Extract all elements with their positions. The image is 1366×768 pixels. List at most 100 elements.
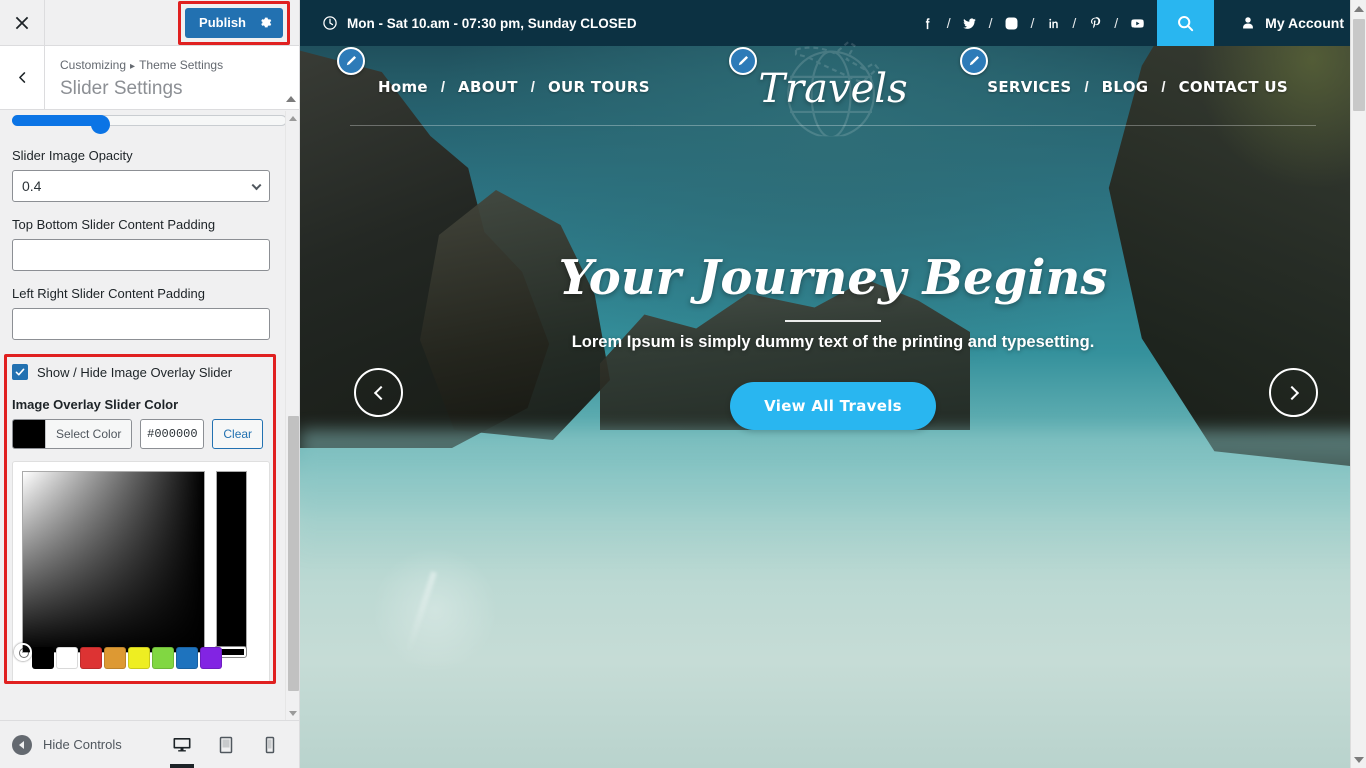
range-slider[interactable] xyxy=(12,111,287,134)
color-picker-row: Select Color Clear xyxy=(12,419,287,449)
hex-color-input[interactable] xyxy=(140,419,205,449)
my-account-label: My Account xyxy=(1265,15,1344,31)
iris-palette xyxy=(32,647,222,669)
device-preview-buttons xyxy=(165,722,287,768)
left-right-padding-label: Left Right Slider Content Padding xyxy=(12,286,205,301)
palette-swatch-1[interactable] xyxy=(32,647,54,669)
chevron-down-icon xyxy=(251,180,262,191)
chevron-down-icon xyxy=(1354,756,1364,763)
sidebar-scrollbar[interactable] xyxy=(285,111,299,720)
tablet-icon[interactable] xyxy=(209,722,243,768)
nav-item-services[interactable]: SERVICES xyxy=(987,78,1071,96)
social-separator: / xyxy=(946,15,951,31)
scrollbar-thumb[interactable] xyxy=(288,416,299,691)
back-button[interactable] xyxy=(0,46,45,109)
edit-pencil-brand[interactable] xyxy=(729,47,757,75)
nav-separator: / xyxy=(530,78,535,96)
site-logo[interactable]: Travels xyxy=(758,66,907,112)
facebook-icon[interactable] xyxy=(918,13,938,33)
iris-color-picker[interactable] xyxy=(12,461,270,683)
panel-titles: Customizing ▸ Theme Settings Slider Settin… xyxy=(45,46,223,109)
show-hide-overlay-row[interactable]: Show / Hide Image Overlay Slider xyxy=(12,364,287,380)
social-separator: / xyxy=(988,15,993,31)
gear-icon[interactable] xyxy=(258,15,273,30)
pinterest-icon[interactable] xyxy=(1085,13,1105,33)
select-color-button[interactable]: Select Color xyxy=(12,419,133,449)
slider-prev-button[interactable] xyxy=(354,368,403,417)
nav-item-home[interactable]: Home xyxy=(378,78,428,96)
linkedin-icon[interactable] xyxy=(1043,13,1063,33)
clear-color-label: Clear xyxy=(223,427,253,441)
image-overlay-color-title: Image Overlay Slider Color xyxy=(12,397,179,412)
social-links: / / / / / xyxy=(918,13,1147,33)
palette-swatch-4[interactable] xyxy=(104,647,126,669)
social-separator: / xyxy=(1030,15,1035,31)
palette-swatch-5[interactable] xyxy=(128,647,150,669)
edit-pencil-nav-left[interactable] xyxy=(337,47,365,75)
close-icon[interactable] xyxy=(0,0,45,45)
nav-item-blog[interactable]: BLOG xyxy=(1102,78,1149,96)
breadcrumb-separator-icon: ▸ xyxy=(130,61,136,72)
instagram-icon[interactable] xyxy=(1002,13,1022,33)
publish-button-label: Publish xyxy=(199,15,246,30)
palette-swatch-8[interactable] xyxy=(200,647,222,669)
panel-title-bar: Customizing ▸ Theme Settings Slider Settin… xyxy=(0,46,299,110)
chevron-right-icon xyxy=(1284,385,1299,400)
business-hours-text: Mon - Sat 10.am - 07:30 pm, Sunday CLOSE… xyxy=(347,15,637,31)
hide-controls-button[interactable]: Hide Controls xyxy=(12,734,122,755)
iris-hue-strip[interactable] xyxy=(214,471,247,658)
publish-button[interactable]: Publish xyxy=(185,7,283,38)
nav-item-our-tours[interactable]: OUR TOURS xyxy=(548,78,650,96)
range-track[interactable] xyxy=(12,115,287,134)
slider-next-button[interactable] xyxy=(1269,368,1318,417)
customizer-screen: Publish Customizing ▸ Theme Settings Sli… xyxy=(0,0,1366,768)
nav-item-about[interactable]: ABOUT xyxy=(458,78,518,96)
preview-scrollbar[interactable] xyxy=(1350,0,1366,768)
chevron-up-icon xyxy=(289,115,297,121)
palette-swatch-6[interactable] xyxy=(152,647,174,669)
iris-square-handle[interactable] xyxy=(14,643,32,661)
scrollbar-down-button[interactable] xyxy=(286,706,299,720)
nav-right-menu: SERVICES / BLOG / CONTACT US xyxy=(987,78,1288,96)
nav-left-menu: Home / ABOUT / OUR TOURS xyxy=(378,78,650,96)
iris-saturation-value-square[interactable] xyxy=(14,471,205,661)
search-icon[interactable] xyxy=(1157,0,1215,46)
pencil-icon xyxy=(346,55,357,66)
nav-separator: / xyxy=(440,78,446,96)
youtube-icon[interactable] xyxy=(1127,13,1147,33)
current-color-swatch xyxy=(13,420,45,448)
view-all-travels-button[interactable]: View All Travels xyxy=(730,382,936,430)
scroll-up-arrow-icon[interactable] xyxy=(286,96,296,102)
user-icon xyxy=(1243,17,1254,29)
breadcrumb: Customizing ▸ Theme Settings xyxy=(60,57,223,75)
twitter-icon[interactable] xyxy=(960,13,980,33)
clear-color-button[interactable]: Clear xyxy=(212,419,264,449)
site-navigation: Home / ABOUT / OUR TOURS Travels SERVICE… xyxy=(300,40,1366,137)
breadcrumb-parent[interactable]: Theme Settings xyxy=(139,58,223,72)
palette-swatch-7[interactable] xyxy=(176,647,198,669)
site-preview: Mon - Sat 10.am - 07:30 pm, Sunday CLOSE… xyxy=(300,0,1366,768)
palette-swatch-3[interactable] xyxy=(80,647,102,669)
palette-swatch-2[interactable] xyxy=(56,647,78,669)
left-right-padding-input[interactable] xyxy=(12,308,270,340)
nav-item-contact-us[interactable]: CONTACT US xyxy=(1179,78,1288,96)
customizer-body: Slider Image Opacity 0.4 Top Bottom Slid… xyxy=(0,111,299,720)
scrollbar-up-button[interactable] xyxy=(286,111,299,125)
preview-scroll-down-button[interactable] xyxy=(1351,751,1366,768)
select-color-label: Select Color xyxy=(45,420,132,448)
show-hide-overlay-label: Show / Hide Image Overlay Slider xyxy=(37,364,233,380)
breadcrumb-root[interactable]: Customizing xyxy=(60,58,126,72)
social-separator: / xyxy=(1114,15,1119,31)
nav-separator: / xyxy=(1084,78,1089,96)
edit-pencil-nav-right[interactable] xyxy=(960,47,988,75)
top-bottom-padding-input[interactable] xyxy=(12,239,270,271)
customizer-header: Publish xyxy=(0,0,299,46)
preview-scrollbar-thumb[interactable] xyxy=(1353,19,1365,111)
mobile-icon[interactable] xyxy=(253,722,287,768)
preview-scroll-up-button[interactable] xyxy=(1351,0,1366,17)
range-thumb[interactable] xyxy=(91,115,110,134)
my-account-link[interactable]: My Account xyxy=(1214,0,1366,46)
slider-image-opacity-select[interactable]: 0.4 xyxy=(12,170,270,202)
show-hide-overlay-checkbox[interactable] xyxy=(12,364,28,380)
desktop-icon[interactable] xyxy=(165,722,199,768)
